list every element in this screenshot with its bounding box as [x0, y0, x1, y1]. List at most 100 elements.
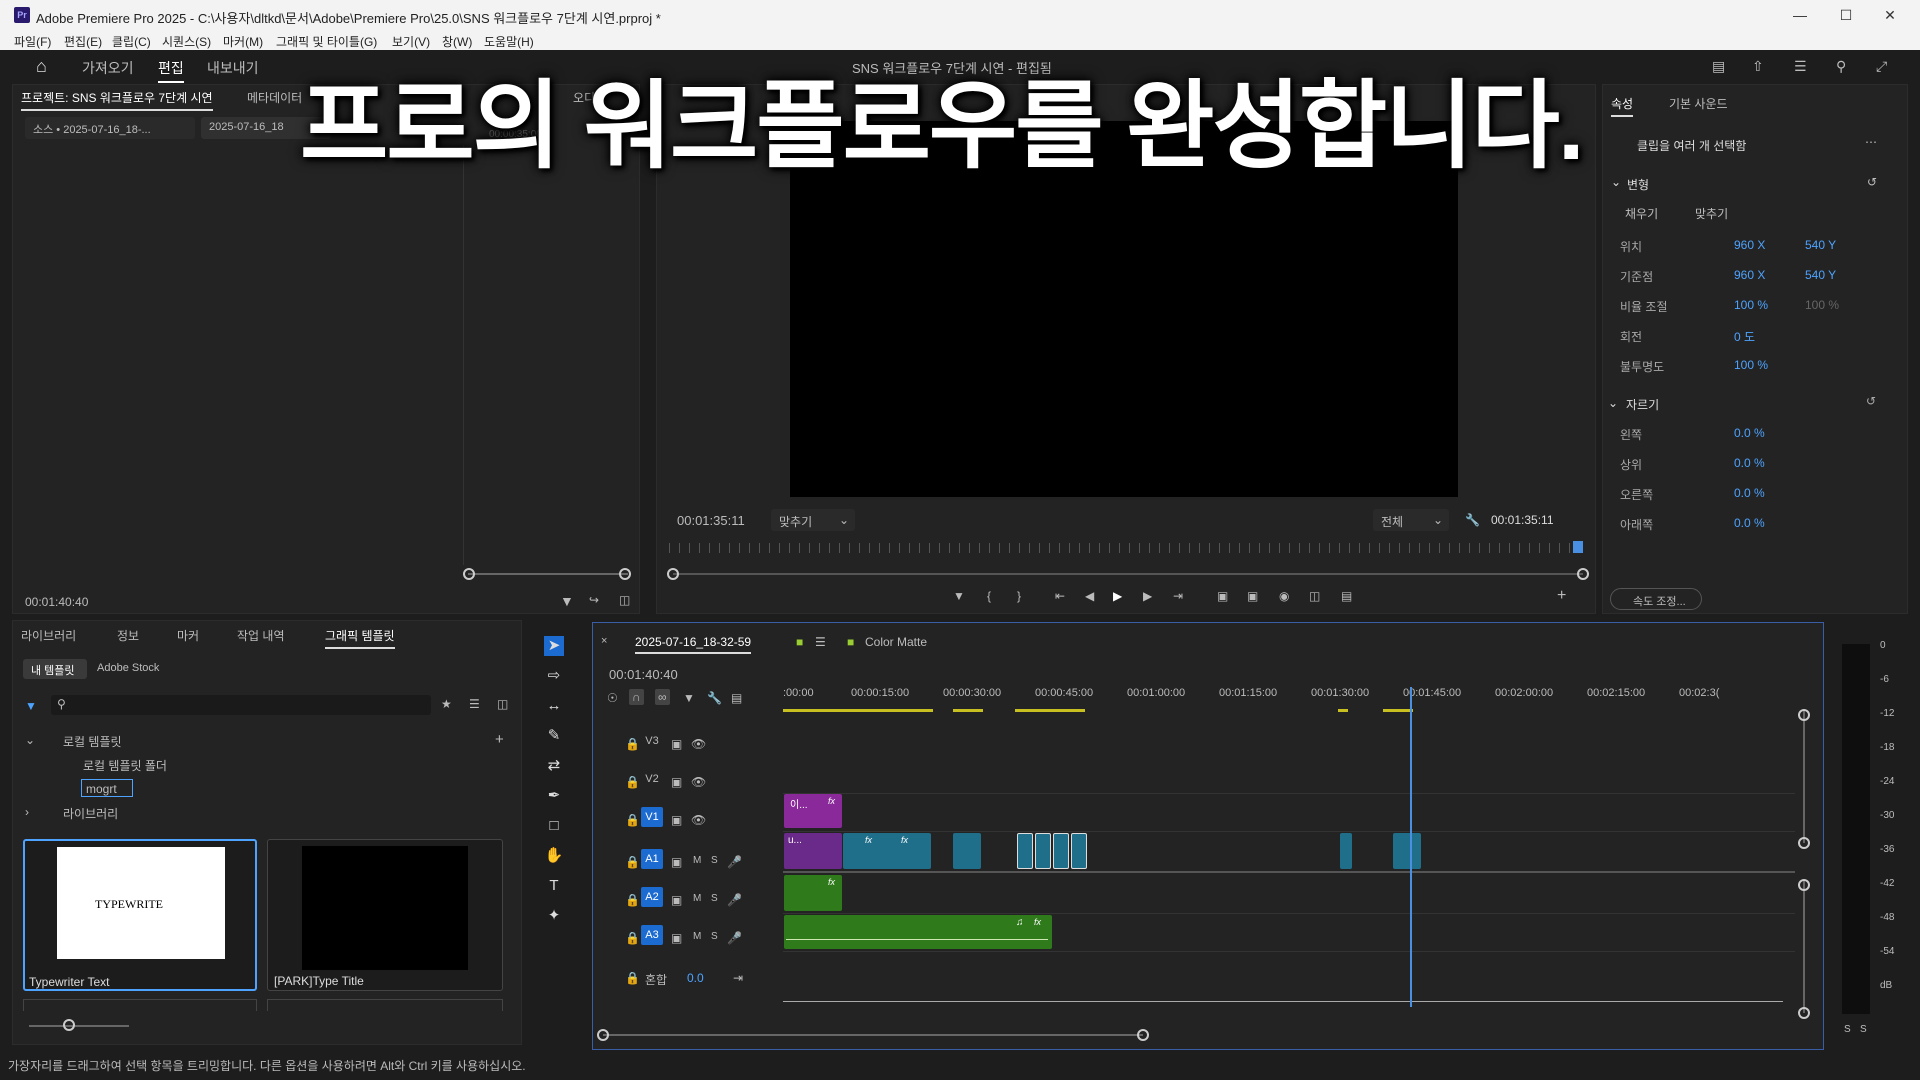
track-a1-label[interactable]: A1: [641, 849, 663, 869]
template-search-input[interactable]: ⚲: [51, 695, 431, 715]
go-to-end-icon[interactable]: ⇥: [733, 971, 743, 985]
track-v3-label[interactable]: V3: [641, 731, 663, 751]
sync-lock-icon[interactable]: ▣: [671, 737, 682, 751]
lock-icon[interactable]: 🔒: [625, 737, 640, 751]
add-button-icon[interactable]: +: [1557, 587, 1566, 605]
program-zoom-handle-left[interactable]: [667, 568, 679, 580]
extract-icon[interactable]: ▣: [1247, 589, 1258, 603]
export-frame-icon[interactable]: ◫: [619, 593, 630, 607]
video-clip[interactable]: [1017, 833, 1033, 869]
menu-marker[interactable]: 마커(M): [223, 33, 263, 50]
sync-lock-icon[interactable]: ▣: [671, 775, 682, 789]
tab-menu-icon[interactable]: ☰: [815, 635, 826, 649]
hand-tool-icon[interactable]: ✋: [544, 846, 564, 866]
sync-lock-icon[interactable]: ▣: [671, 813, 682, 827]
source-zoom-handle-left[interactable]: [463, 568, 475, 580]
new-bin-icon[interactable]: ◫: [497, 697, 508, 711]
track-a3-label[interactable]: A3: [641, 925, 663, 945]
timeline-playhead[interactable]: [1410, 687, 1413, 1007]
audio-clip[interactable]: fx: [784, 875, 842, 911]
go-to-in-icon[interactable]: ⇤: [1055, 589, 1065, 603]
insert-icon[interactable]: ↪: [589, 593, 599, 607]
camera-icon[interactable]: ◉: [1279, 589, 1289, 603]
tree-expand-chevron[interactable]: ⌄: [25, 733, 35, 747]
captions-icon[interactable]: ▤: [731, 691, 742, 705]
tree-mogrt[interactable]: mogrt: [81, 779, 133, 797]
crop-left-value[interactable]: 0.0 %: [1734, 426, 1765, 440]
mic-icon[interactable]: 🎤: [727, 855, 742, 869]
snap-icon[interactable]: ∩: [629, 689, 644, 705]
mic-icon[interactable]: 🎤: [727, 931, 742, 945]
menu-clip[interactable]: 클립(C): [112, 33, 151, 50]
lock-icon[interactable]: 🔒: [625, 931, 640, 945]
close-tab-icon[interactable]: ×: [601, 635, 607, 647]
rectangle-tool-icon[interactable]: □: [544, 816, 564, 836]
quality-dropdown[interactable]: 전체 ⌄: [1373, 509, 1449, 531]
ripple-edit-tool-icon[interactable]: ↔: [544, 696, 564, 716]
step-back-icon[interactable]: ◀: [1085, 589, 1094, 603]
lock-icon[interactable]: 🔒: [625, 893, 640, 907]
tree-libraries[interactable]: 라이브러리: [63, 805, 118, 822]
crop-top-value[interactable]: 0.0 %: [1734, 456, 1765, 470]
menu-edit[interactable]: 편집(E): [64, 33, 102, 50]
volume-keyframe-line[interactable]: [786, 939, 1048, 940]
source-subtab[interactable]: 소스 • 2025-07-16_18-...: [25, 117, 195, 139]
proxy-icon[interactable]: ▤: [1341, 589, 1352, 603]
template-card-type-title[interactable]: [PARK]Type Title: [267, 839, 503, 991]
tab-export[interactable]: 내보내기: [207, 58, 259, 78]
program-ruler[interactable]: [669, 543, 1579, 553]
tab-color-matte[interactable]: Color Matte: [865, 635, 927, 649]
tab-history[interactable]: 작업 내역: [237, 627, 285, 644]
zoom-handle-left[interactable]: [597, 1029, 609, 1041]
search-icon[interactable]: ⚲: [1836, 58, 1846, 75]
add-marker-icon[interactable]: ▼: [683, 691, 695, 705]
my-templates-tab[interactable]: 내 템플릿: [23, 659, 87, 679]
lift-icon[interactable]: ▣: [1217, 589, 1228, 603]
track-v1-label[interactable]: V1: [641, 807, 663, 827]
favorites-star-icon[interactable]: ★: [441, 697, 452, 711]
source-timecode[interactable]: 00:01:40:40: [25, 595, 88, 609]
maximize-button[interactable]: ☐: [1826, 4, 1866, 26]
eye-icon[interactable]: 👁: [691, 775, 706, 789]
prop-position-y[interactable]: 540 Y: [1805, 238, 1836, 252]
crop-bottom-value[interactable]: 0.0 %: [1734, 516, 1765, 530]
lock-icon[interactable]: 🔒: [625, 855, 640, 869]
tab-essential-sound[interactable]: 기본 사운드: [1669, 95, 1728, 112]
slip-tool-icon[interactable]: ⇄: [544, 756, 564, 776]
mix-value[interactable]: 0.0: [687, 971, 704, 985]
tab-libraries[interactable]: 라이브러리: [21, 627, 76, 644]
track-a2-label[interactable]: A2: [641, 887, 663, 907]
wrench-icon[interactable]: 🔧: [1465, 513, 1480, 527]
wrench-icon[interactable]: 🔧: [707, 691, 722, 705]
add-template-icon[interactable]: +: [495, 731, 504, 748]
crop-right-value[interactable]: 0.0 %: [1734, 486, 1765, 500]
track-select-tool-icon[interactable]: ⇨: [544, 666, 564, 686]
scroll-handle[interactable]: [1798, 879, 1810, 891]
menu-file[interactable]: 파일(F): [14, 33, 51, 50]
solo-icon[interactable]: S: [711, 855, 718, 866]
eye-icon[interactable]: 👁: [691, 737, 706, 751]
video-clip[interactable]: [1340, 833, 1352, 869]
more-options-icon[interactable]: ⋯: [1865, 135, 1877, 149]
linked-selection-icon[interactable]: ∞: [655, 689, 670, 705]
solo-icon[interactable]: S: [711, 931, 718, 942]
close-button[interactable]: ✕: [1870, 4, 1910, 26]
mute-icon[interactable]: M: [693, 893, 701, 904]
timeline-zoom-bar[interactable]: [603, 1034, 1143, 1036]
go-to-out-icon[interactable]: ⇥: [1173, 589, 1183, 603]
tree-local-templates[interactable]: 로컬 템플릿: [63, 733, 122, 750]
scroll-handle[interactable]: [1798, 837, 1810, 849]
sync-lock-icon[interactable]: ▣: [671, 855, 682, 869]
minimize-button[interactable]: —: [1780, 4, 1820, 26]
timeline-ruler[interactable]: :00:00 00:00:15:00 00:00:30:00 00:00:45:00 0…: [783, 687, 1795, 709]
timeline-timecode[interactable]: 00:01:40:40: [609, 667, 678, 682]
audio-clip[interactable]: ♫ fx: [784, 915, 1052, 949]
pen-tool-icon[interactable]: ✒: [544, 786, 564, 806]
nest-icon[interactable]: ☉: [607, 691, 618, 705]
eye-icon[interactable]: 👁: [691, 813, 706, 827]
lock-icon[interactable]: 🔒: [625, 775, 640, 789]
solo-button-right[interactable]: S: [1860, 1024, 1867, 1035]
template-card-typewriter[interactable]: TYPEWRITE Typewriter Text: [23, 839, 257, 991]
tab-edit[interactable]: 편집: [158, 58, 184, 83]
type-tool-icon[interactable]: T: [544, 876, 564, 896]
